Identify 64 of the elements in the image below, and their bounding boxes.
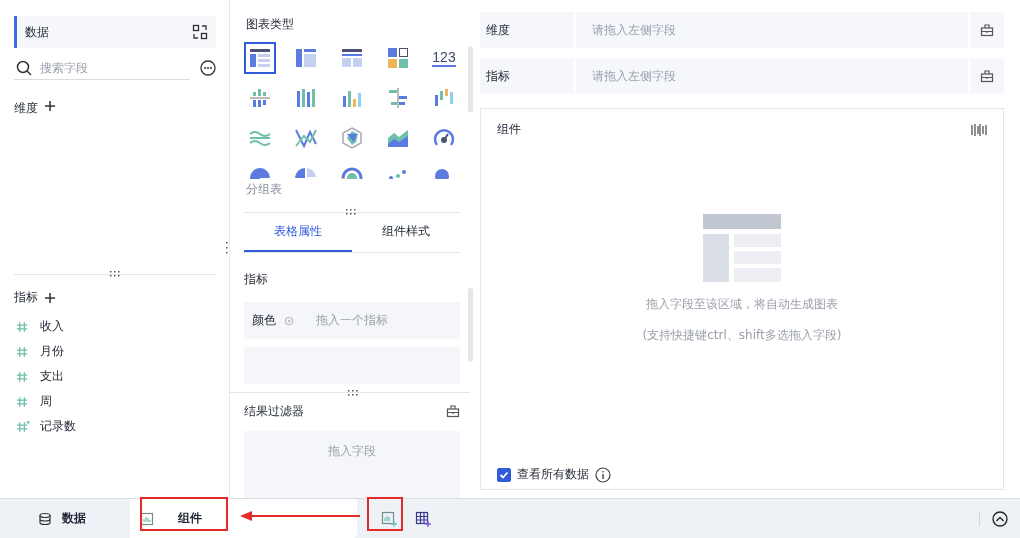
shelf-label: 指标 — [480, 58, 576, 94]
hash-icon — [16, 344, 30, 359]
chart-icon — [140, 511, 154, 526]
section-label: 指标 — [14, 289, 38, 306]
tab[interactable]: 表格属性 — [244, 213, 352, 253]
drag-handle-icon[interactable] — [109, 271, 121, 277]
widget-title: 组件 — [497, 121, 521, 138]
hash-icon — [16, 394, 30, 409]
search-icon — [16, 59, 32, 76]
section-label: 维度 — [14, 100, 38, 117]
section-title: 指标 — [244, 271, 269, 289]
toolbox-icon[interactable] — [980, 69, 994, 83]
checkmark-icon — [499, 469, 509, 480]
bottom-tab[interactable]: 数据 — [0, 498, 130, 538]
toolbox-icon[interactable] — [980, 23, 994, 37]
more-icon[interactable] — [200, 60, 216, 76]
scrollbar[interactable] — [468, 46, 473, 112]
field-item[interactable]: 收入 — [14, 314, 216, 339]
field-item[interactable]: 周 — [14, 389, 216, 414]
bottom-tab[interactable]: 组件 — [130, 498, 357, 538]
field-item[interactable]: 记录数 — [14, 414, 216, 439]
empty-hint: 拖入字段至该区域，将自动生成图表 — [646, 296, 838, 313]
field-item[interactable]: 月份 — [14, 339, 216, 364]
database-icon — [38, 511, 52, 526]
gear-icon — [284, 315, 294, 326]
chart-type-option[interactable] — [244, 42, 276, 75]
drag-handle-icon[interactable] — [345, 209, 357, 216]
checkbox[interactable] — [497, 467, 511, 482]
info-icon[interactable] — [595, 466, 611, 483]
add-icon[interactable] — [44, 100, 56, 112]
field-item[interactable]: 支出 — [14, 364, 216, 389]
chart-type-option[interactable]: 123 — [428, 42, 460, 75]
hash-star-icon — [16, 419, 30, 434]
hash-icon — [16, 369, 30, 384]
field-name: 周 — [40, 393, 52, 410]
shelf-label: 维度 — [480, 12, 576, 48]
field-name: 记录数 — [40, 418, 76, 435]
add-icon[interactable] — [44, 291, 56, 304]
scrollbar[interactable] — [468, 288, 473, 362]
row-label: 颜色 — [252, 312, 276, 330]
collapse-icon[interactable] — [992, 510, 1008, 527]
drag-handle-icon[interactable] — [347, 390, 359, 396]
panel-title: 数据 — [25, 23, 49, 41]
bar-icon — [386, 86, 410, 111]
chart-type-name: 分组表 — [246, 182, 282, 197]
tab[interactable]: 组件样式 — [352, 213, 460, 253]
empty-subhint: (支持快捷键ctrl、shift多选拖入字段) — [642, 327, 842, 344]
drop-row[interactable]: 颜色 拖入一个指标 — [244, 302, 460, 340]
radar-icon — [340, 126, 364, 151]
field-name: 收入 — [40, 318, 64, 335]
drag-handle-icon[interactable] — [225, 242, 229, 254]
kpi-grid-icon — [386, 46, 410, 71]
field-name: 支出 — [40, 368, 64, 385]
field-name: 月份 — [40, 343, 64, 360]
barcode-icon[interactable] — [971, 122, 987, 137]
section-title: 图表类型 — [246, 17, 294, 31]
switch-icon[interactable] — [192, 24, 208, 40]
section-title: 结果过滤器 — [244, 402, 304, 420]
hash-icon — [16, 319, 30, 334]
drop-hint: 拖入一个指标 — [316, 312, 388, 330]
highlight-frame — [367, 497, 403, 531]
checkbox-label: 查看所有数据 — [517, 466, 589, 483]
toolbox-icon[interactable] — [446, 404, 460, 418]
search-field[interactable]: 搜索字段 — [38, 59, 168, 76]
